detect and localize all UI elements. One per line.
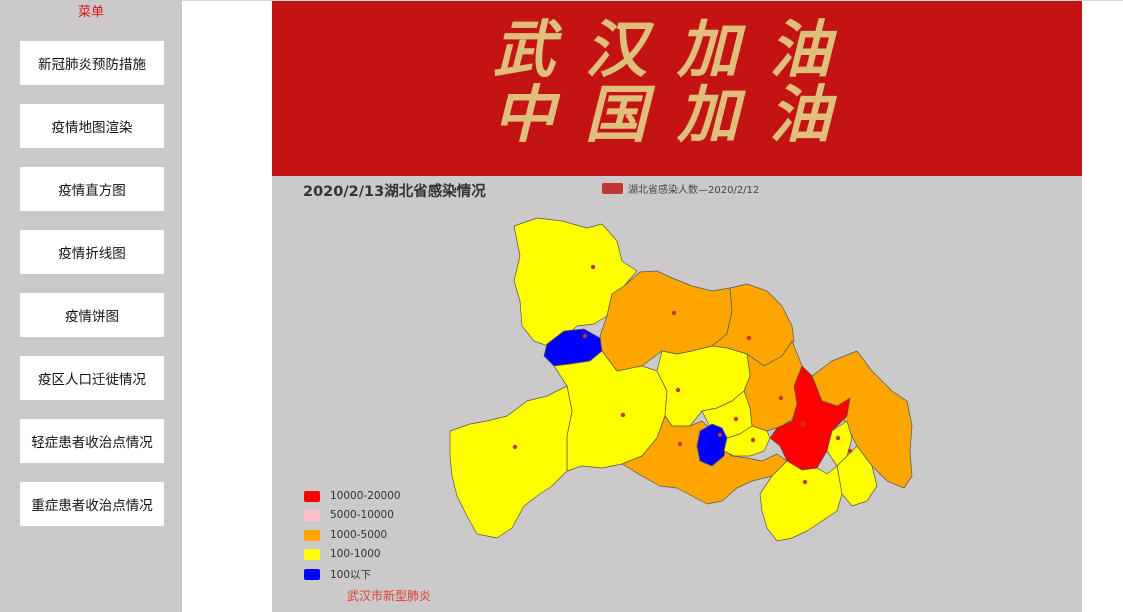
banner-line-2: 中国加油 xyxy=(493,82,861,150)
marker-suizhou[interactable] xyxy=(746,335,752,341)
region-enshi[interactable] xyxy=(449,385,573,539)
legend-label: 1000-5000 xyxy=(330,529,388,541)
menu-title: 菜单 xyxy=(77,5,104,20)
menu-map-render-button[interactable]: 疫情地图渲染 xyxy=(20,104,164,148)
marker-jingzhou[interactable] xyxy=(677,441,683,447)
legend-swatch xyxy=(304,490,320,502)
legend-item-below-100[interactable]: 100以下 xyxy=(304,567,371,582)
hubei-map xyxy=(449,217,913,542)
legend-swatch xyxy=(304,569,320,580)
hubei-map-panel: 2020/2/13湖北省感染情况 湖北省感染人数—2020/2/12 10000… xyxy=(272,176,1082,612)
menu-severe-patients-button[interactable]: 重症患者收治点情况 xyxy=(20,482,164,526)
marker-jingmen[interactable] xyxy=(675,387,681,393)
menu-pie-chart-button[interactable]: 疫情饼图 xyxy=(20,293,164,337)
banner-calligraphy: 武汉加油 中国加油 xyxy=(493,17,861,150)
menu-migration-button[interactable]: 疫区人口迁徙情况 xyxy=(20,356,164,400)
menu-prevention-measures-button[interactable]: 新冠肺炎预防措施 xyxy=(20,41,164,85)
marker-yichang[interactable] xyxy=(620,412,626,418)
legend-item-100-1000[interactable]: 100-1000 xyxy=(304,548,381,560)
marker-qianjiang[interactable] xyxy=(717,432,723,438)
marker-xianning[interactable] xyxy=(802,479,808,485)
legend-swatch xyxy=(304,529,320,541)
legend-item-10000-20000[interactable]: 10000-20000 xyxy=(304,490,401,502)
legend-swatch xyxy=(304,548,320,560)
marker-shiyan[interactable] xyxy=(590,264,596,270)
legend-item-5000-10000[interactable]: 5000-10000 xyxy=(304,509,394,521)
marker-huangshi[interactable] xyxy=(847,448,853,454)
marker-shennongjia[interactable] xyxy=(582,333,588,339)
wuhan-pneumonia-link[interactable]: 武汉市新型肺炎 xyxy=(347,587,431,604)
marker-ezhou[interactable] xyxy=(835,435,841,441)
legend-label: 10000-20000 xyxy=(330,490,401,502)
legend-swatch xyxy=(304,509,320,521)
banner-line-1: 武汉加油 xyxy=(493,17,861,85)
marker-xiantao[interactable] xyxy=(750,437,756,443)
legend-label: 100以下 xyxy=(330,569,372,581)
sidebar-menu: 菜单 新冠肺炎预防措施 疫情地图渲染 疫情直方图 疫情折线图 疫情饼图 疫区人口… xyxy=(0,0,182,612)
menu-line-chart-button[interactable]: 疫情折线图 xyxy=(20,230,164,274)
marker-wuhan[interactable] xyxy=(800,421,806,427)
marker-xiangyang[interactable] xyxy=(671,310,677,316)
menu-mild-patients-button[interactable]: 轻症患者收治点情况 xyxy=(20,419,164,463)
legend-item-1000-5000[interactable]: 1000-5000 xyxy=(304,529,387,541)
marker-tianmen[interactable] xyxy=(733,416,739,422)
legend-label: 5000-10000 xyxy=(330,509,394,521)
wuhan-banner: 武汉加油 中国加油 xyxy=(272,1,1082,176)
marker-xiaogan[interactable] xyxy=(778,395,784,401)
marker-enshi[interactable] xyxy=(512,444,518,450)
menu-histogram-button[interactable]: 疫情直方图 xyxy=(20,167,164,211)
legend-label: 100-1000 xyxy=(330,548,381,560)
